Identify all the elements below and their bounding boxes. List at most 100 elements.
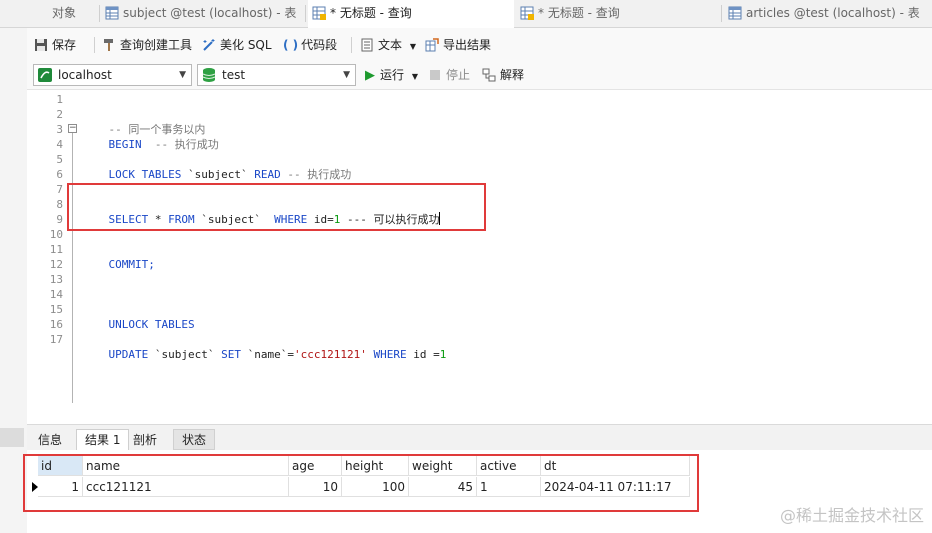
line-number: 1 [56,93,63,106]
query-builder-button[interactable]: 查询创建工具 [102,36,192,54]
line-number: 12 [49,258,63,271]
code-line-17: UPDATE `subject` SET `name`='ccc121121' … [108,348,447,361]
tab-result-1[interactable]: 结果 1 [76,429,130,450]
line-number: 10 [49,228,63,241]
text-view-button[interactable]: 文本 ▼ [360,36,416,54]
column-header-dt[interactable]: dt [541,456,690,476]
line-number: 8 [56,198,63,211]
fold-toggle-icon[interactable]: − [68,124,77,133]
export-icon [425,38,439,52]
line-number: 13 [49,273,63,286]
column-header-height[interactable]: height [342,456,409,476]
export-label: 导出结果 [443,38,492,52]
beautify-sql-button[interactable]: 美化 SQL [202,36,272,54]
table-icon [105,6,119,20]
code-line-2: -- 同一个事务以内 [108,123,206,136]
explain-label: 解释 [500,68,525,82]
chevron-down-icon: ▼ [179,70,186,80]
line-number: 11 [49,243,63,256]
column-header-id[interactable]: id [38,456,83,476]
tab-articles-table[interactable]: articles @test (localhost) - 表 [724,0,932,27]
line-number: 4 [56,138,63,151]
code-line-8: SELECT * FROM `subject` WHERE id=1 --- 可… [108,212,441,226]
document-tab-strip: 对象 subject @test (localhost) - 表 * 无标题 -… [0,0,932,28]
tab-subject-table[interactable]: subject @test (localhost) - 表 [101,0,306,27]
code-line-11: COMMIT; [108,258,155,271]
table-icon [728,6,742,20]
stop-button[interactable]: 停止 [430,66,470,84]
line-number: 5 [56,153,63,166]
play-icon: ▶ [365,68,375,83]
text-label: 文本 [378,38,403,52]
chevron-down-icon: ▼ [411,72,418,81]
save-icon [35,39,47,51]
explain-button[interactable]: 解释 [482,66,524,84]
table-cell[interactable]: ccc121121 [83,477,289,497]
sql-editor[interactable]: 1 2 3 4 5 6 7 8 9 10 11 12 13 14 15 16 17 − -- 同一个事务以内 B… [27,90,932,424]
code-line-3: BEGIN -- 执行成功 [108,138,219,151]
line-number: 14 [49,288,63,301]
database-select[interactable]: test ▼ [197,64,356,86]
left-panel-edge [0,28,27,533]
column-header-weight[interactable]: weight [409,456,477,476]
chevron-down-icon: ▼ [409,42,416,51]
column-header-active[interactable]: active [477,456,541,476]
line-number: 7 [56,183,63,196]
explain-icon [482,68,496,82]
line-number: 3 [56,123,63,136]
magic-wand-icon [203,39,215,51]
tab-status[interactable]: 状态 [173,429,216,450]
connection-bar: localhost ▼ test ▼ ▶ 运行 ▼ 停止 解释 [27,61,932,90]
line-number: 15 [49,303,63,316]
query-icon [520,6,534,20]
table-cell[interactable]: 2024-04-11 07:11:17 [541,477,690,497]
code-snippet-button[interactable]: ( ) 代码段 [283,36,337,54]
snippet-label: 代码段 [301,38,338,52]
export-results-button[interactable]: 导出结果 [425,36,491,54]
chevron-down-icon: ▼ [343,70,350,80]
line-number: 9 [56,213,63,226]
run-label: 运行 [380,68,405,82]
query-icon [312,6,326,20]
tab-subject-label: subject @test (localhost) - 表 [123,6,297,20]
run-button[interactable]: ▶ 运行 ▼ [365,66,418,84]
line-number-gutter: 1 2 3 4 5 6 7 8 9 10 11 12 13 14 15 16 17 [27,90,67,424]
code-line-15: UNLOCK TABLES [108,318,195,331]
table-cell[interactable]: 1 [38,477,83,497]
line-number: 6 [56,168,63,181]
tab-profile[interactable]: 剖析 [124,429,166,450]
query-toolbar: 保存 查询创建工具 美化 SQL ( ) 代码段 文本 ▼ 导出结果 [27,28,932,61]
stop-label: 停止 [446,68,471,82]
line-number: 2 [56,108,63,121]
parentheses-icon: ( ) [283,38,299,52]
document-icon [361,38,373,52]
tab-query-active[interactable]: * 无标题 - 查询 [308,0,514,28]
text-caret [439,212,441,225]
line-number: 17 [49,333,63,346]
save-button[interactable]: 保存 [34,36,76,54]
table-cell[interactable]: 45 [409,477,477,497]
line-number: 16 [49,318,63,331]
database-icon [202,68,216,82]
result-tab-strip: 信息 结果 1 剖析 状态 [27,424,932,451]
tab-query-2[interactable]: * 无标题 - 查询 [516,0,722,27]
tab-objects-label: 对象 [52,6,77,20]
save-label: 保存 [52,38,77,52]
fold-guide [72,133,73,403]
database-value: test [222,68,246,82]
connection-select[interactable]: localhost ▼ [33,64,192,86]
column-header-age[interactable]: age [289,456,342,476]
tab-info[interactable]: 信息 [29,429,71,450]
left-panel-marker [0,428,24,447]
tab-articles-label: articles @test (localhost) - 表 [746,6,920,20]
table-cell[interactable]: 100 [342,477,409,497]
hammer-icon [104,39,113,51]
table-cell[interactable]: 1 [477,477,541,497]
connection-value: localhost [58,68,112,82]
connection-icon [38,68,52,82]
column-header-name[interactable]: name [83,456,289,476]
table-cell[interactable]: 10 [289,477,342,497]
code-line-5: LOCK TABLES `subject` READ -- 执行成功 [108,168,352,181]
tab-objects[interactable]: 对象 [0,0,100,27]
query-builder-label: 查询创建工具 [120,38,193,52]
